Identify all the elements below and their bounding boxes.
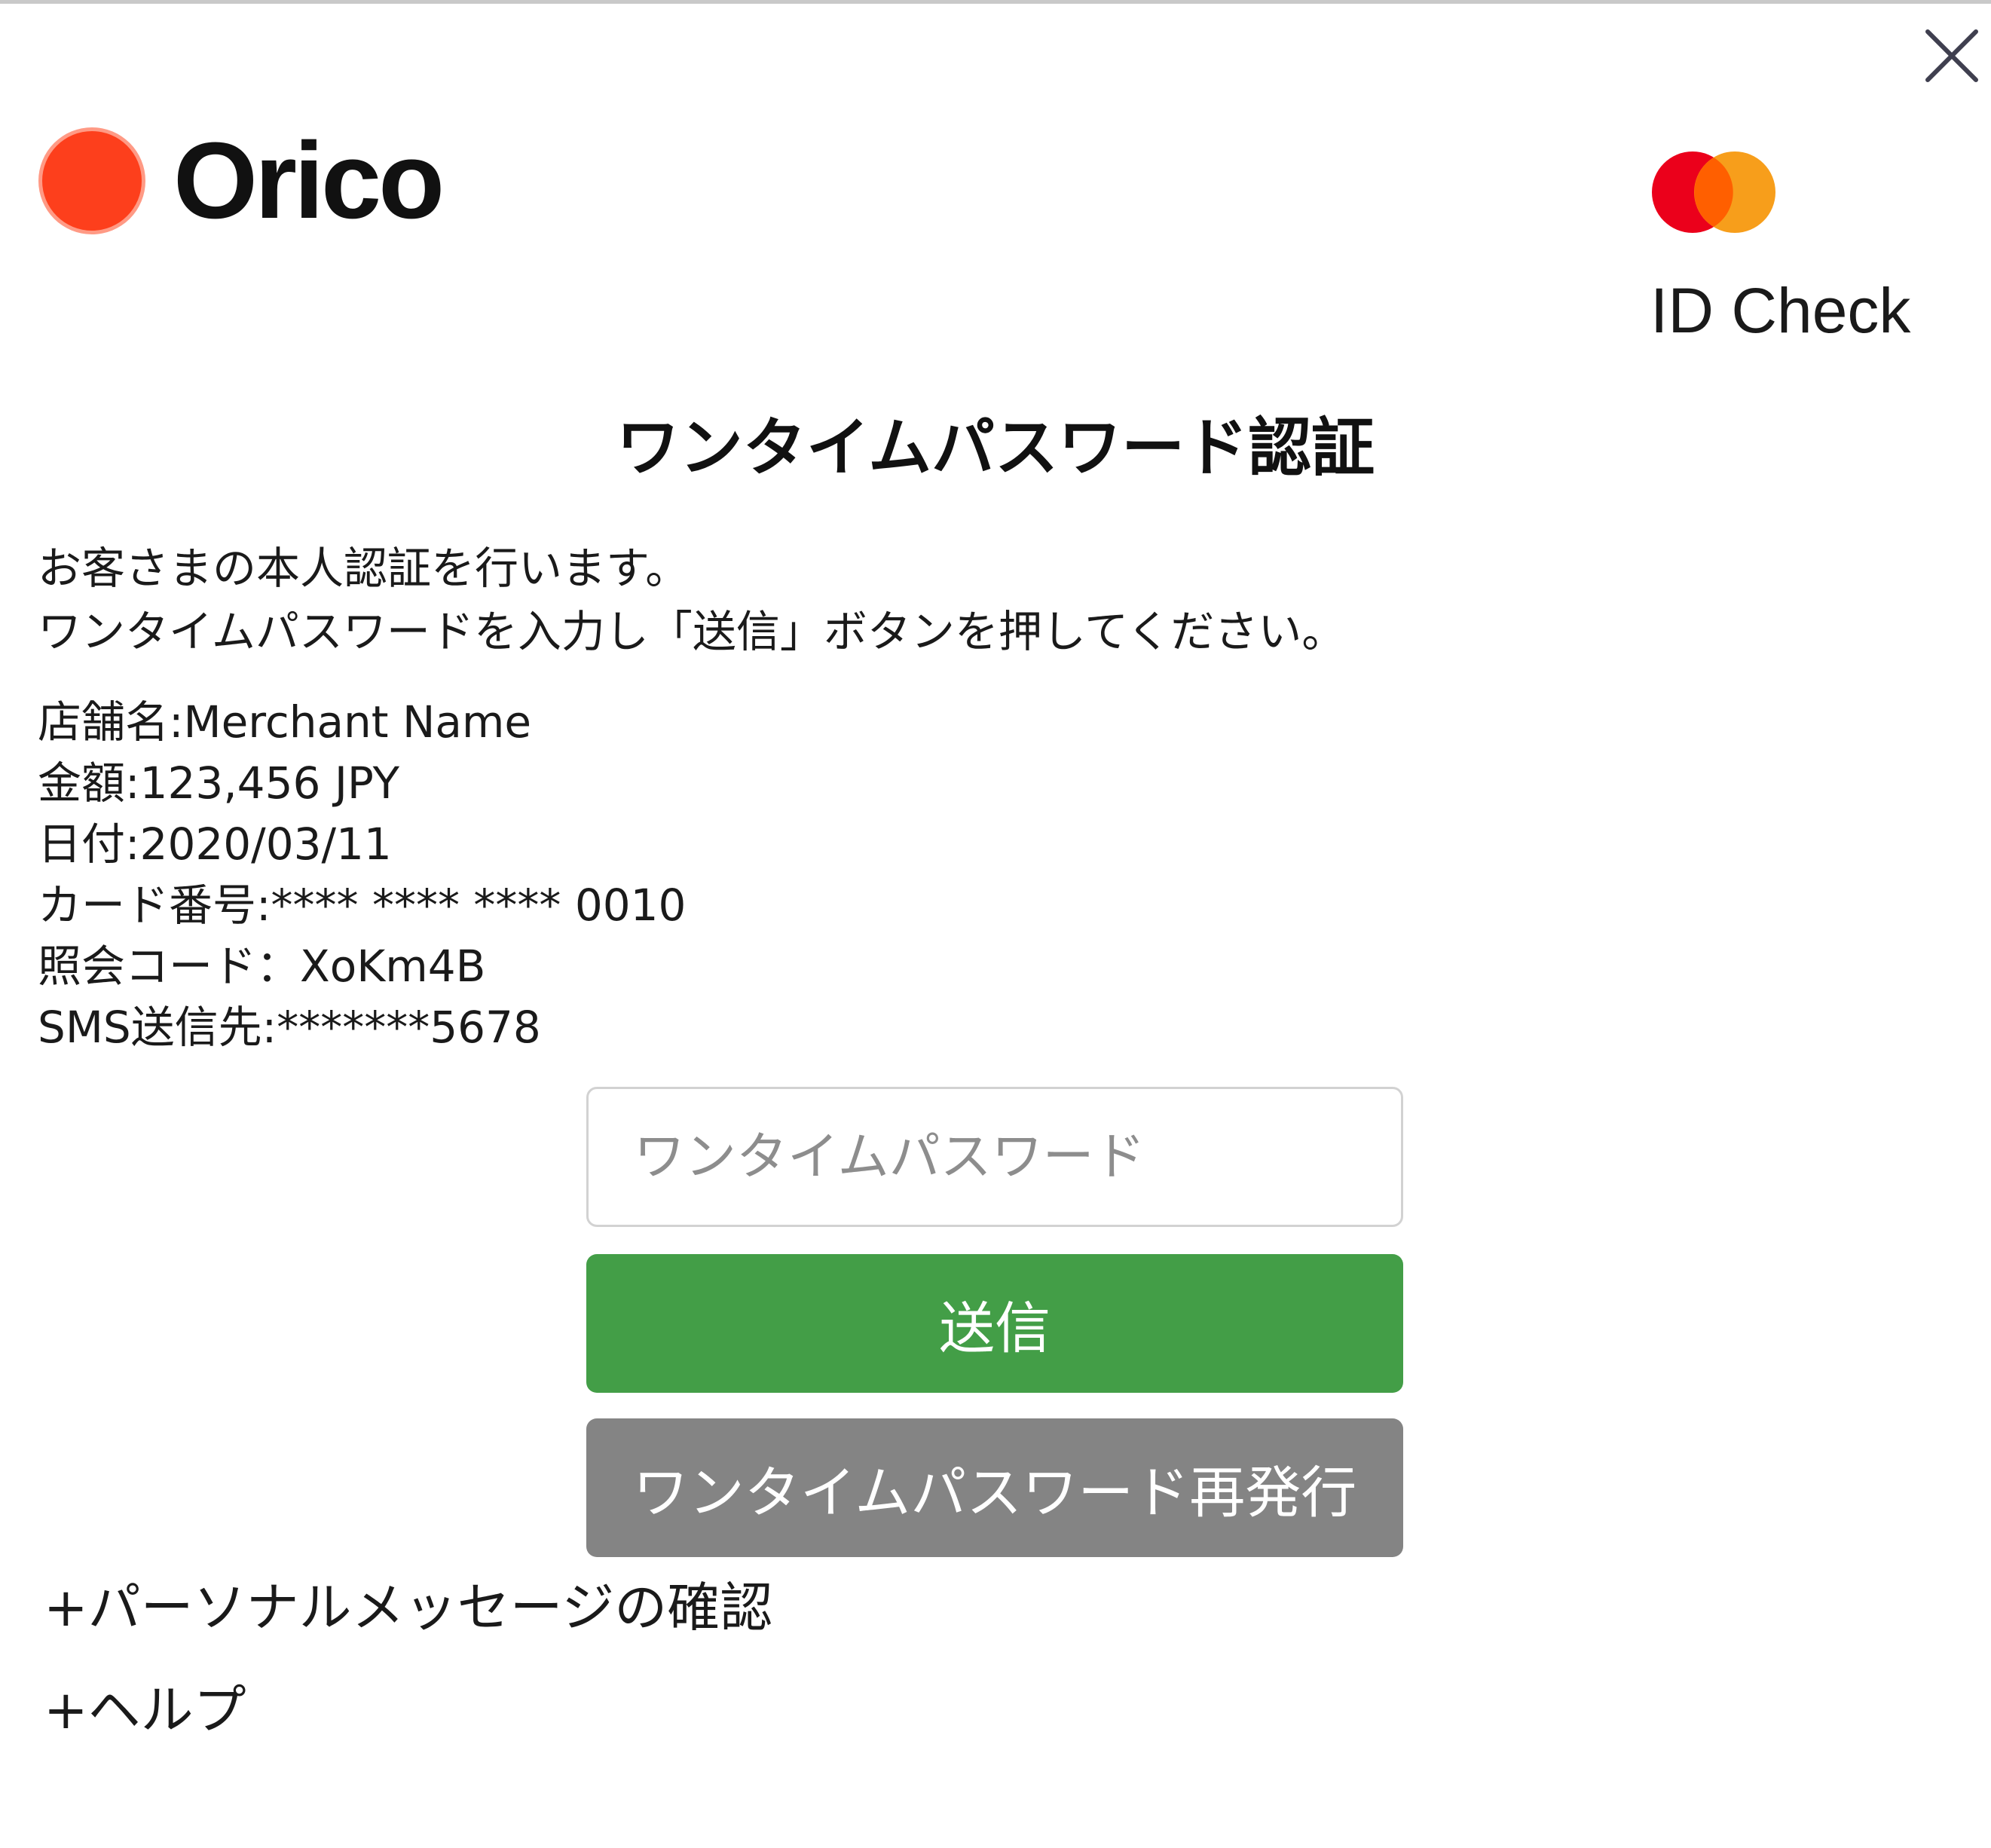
close-button[interactable] [1920,24,1983,87]
mastercard-icon [1652,151,1775,233]
idcheck-label: ID Check [1650,275,1911,346]
orico-dot-icon [42,131,142,231]
submit-button[interactable]: 送信 [586,1254,1403,1393]
page-title: ワンタイムパスワード認証 [0,411,1991,485]
intro-text: お客さまの本人認証を行います。 ワンタイムパスワードを入力し「送信」ボタンを押し… [38,537,1952,663]
reference-code: 照会コード：XoKm4B [38,941,486,992]
orico-logo: Orico [42,120,445,241]
close-icon [1925,29,1978,82]
otp-input[interactable] [586,1087,1403,1227]
intro-line-2: ワンタイムパスワードを入力し「送信」ボタンを押してください。 [38,606,1346,657]
amount: 金額:123,456 JPY [38,757,400,809]
help-link[interactable]: +ヘルプ [44,1684,246,1736]
transaction-date: 日付:2020/03/11 [38,818,392,870]
intro-line-1: お客さまの本人認証を行います。 [38,543,690,594]
brand-name: Orico [173,120,445,241]
transaction-details: 店舗名:Merchant Name 金額:123,456 JPY 日付:2020… [38,692,1545,1058]
sms-destination: SMS送信先:*******5678 [38,1002,541,1053]
mastercard-logo [1650,151,1777,234]
page-title-text: ワンタイムパスワード認証 [616,411,1375,485]
top-border [0,0,1991,4]
card-number: カード番号:**** **** **** 0010 [38,880,687,931]
resend-otp-button[interactable]: ワンタイムパスワード再発行 [586,1418,1403,1557]
personal-message-link[interactable]: +パーソナルメッセージの確認 [44,1581,772,1634]
merchant-name: 店舗名:Merchant Name [38,696,532,748]
